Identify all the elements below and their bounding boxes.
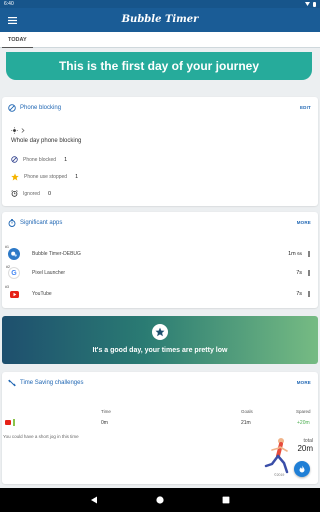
flame-icon [299,465,305,473]
copyright-text: ©2019 [274,473,285,477]
tab-today[interactable]: TODAY [2,32,33,48]
stat-ignored: Ignored 0 [11,190,51,197]
total-value: 20m [297,444,313,453]
challenge-spared: +20m [297,420,310,426]
edit-button[interactable]: EDIT [300,105,311,110]
more-vert-icon[interactable] [307,251,311,257]
app-name: Bubble Timer-DEBUG [32,251,81,257]
battery-icon [313,1,316,7]
significant-apps-card: Significant apps MORE #1 Bubble Timer-DE… [2,212,318,308]
block-icon [11,156,18,163]
block-icon [8,104,16,112]
app-bar: Bubble Timer [0,8,320,32]
stopwatch-icon [8,219,16,227]
star-icon [11,173,19,181]
google-app-icon: #2 G [6,265,20,279]
chevron-right-icon [21,128,25,133]
app-row[interactable]: #2 G Pixel Launcher 7s [6,265,312,281]
runner-illustration [264,438,289,474]
stat-value: 1 [64,156,68,163]
blocking-mode-icons [11,127,34,134]
more-vert-icon[interactable] [307,270,311,276]
sun-icon [11,127,18,134]
app-time-main: 7s [296,270,302,276]
bubble-timer-app-icon: #1 [5,245,20,260]
stat-label: Ignored [23,190,40,197]
recents-icon[interactable] [222,496,230,504]
challenge-note: You could have a short jog in this time [3,434,79,439]
stat-label: Phone use stopped [24,174,68,180]
challenge-goal: 21m [241,420,251,426]
status-time: 6:40 [4,1,14,7]
app-time: 7s [296,291,302,297]
more-challenges-button[interactable]: MORE [297,380,311,385]
time-saving-header: Time Saving challenges [8,379,83,387]
stat-label: Phone blocked [23,156,57,163]
time-saving-title: Time Saving challenges [20,380,84,386]
system-nav-bar [0,488,320,512]
phone-blocking-card: Phone blocking EDIT Whole day phone bloc… [2,97,318,206]
app-time: 1m 6s [288,251,302,257]
more-apps-button[interactable]: MORE [297,220,311,225]
stat-value: 0 [47,190,52,197]
app-rank: #3 [5,285,9,289]
app-time: 7s [296,270,302,276]
fitness-icon [8,379,16,387]
youtube-icon [5,420,11,425]
column-time: Time [101,409,111,414]
home-icon[interactable] [156,496,164,504]
significant-apps-title: Significant apps [20,220,63,226]
tab-bar: TODAY [0,32,320,48]
column-goals: Goals [241,409,253,414]
significant-apps-header: Significant apps [8,219,62,227]
app-time-seconds: 6s [297,251,302,256]
app-time-main: 1m [288,251,296,257]
progress-indicator [13,419,15,426]
stat-phone-use-stopped: Phone use stopped 1 [11,173,78,181]
star-badge-icon [152,324,168,340]
app-name: Pixel Launcher [32,270,66,276]
more-vert-icon[interactable] [307,291,311,297]
app-row[interactable]: #1 Bubble Timer-DEBUG 1m 6s [5,245,312,262]
youtube-app-icon: #3 [5,285,20,300]
phone-blocking-header: Phone blocking [8,104,61,112]
challenge-time: 0m [101,420,108,426]
back-icon[interactable] [90,496,98,504]
blocking-description: Whole day phone blocking [11,138,82,144]
app-rank: #2 [6,265,10,269]
app-time-main: 7s [296,291,302,297]
column-spared: Spared [296,409,311,414]
app-row[interactable]: #3 YouTube 7s [5,285,312,302]
phone-blocking-title: Phone blocking [20,105,62,111]
good-day-message: It's a good day, your times are pretty l… [92,347,228,354]
wifi-icon [305,2,310,6]
alarm-clock-icon [11,190,18,197]
app-name: YouTube [32,291,52,297]
journey-banner: This is the first day of your journey [6,52,312,80]
moon-icon [29,127,33,134]
status-icons [305,1,316,7]
app-rank: #1 [5,245,9,249]
start-timer-fab[interactable] [294,461,310,477]
status-bar: 6:40 [0,0,320,8]
good-day-banner: It's a good day, your times are pretty l… [2,316,318,364]
stat-value: 1 [75,174,79,180]
app-title: Bubble Timer [121,14,199,25]
stat-phone-blocked: Phone blocked 1 [11,156,67,163]
